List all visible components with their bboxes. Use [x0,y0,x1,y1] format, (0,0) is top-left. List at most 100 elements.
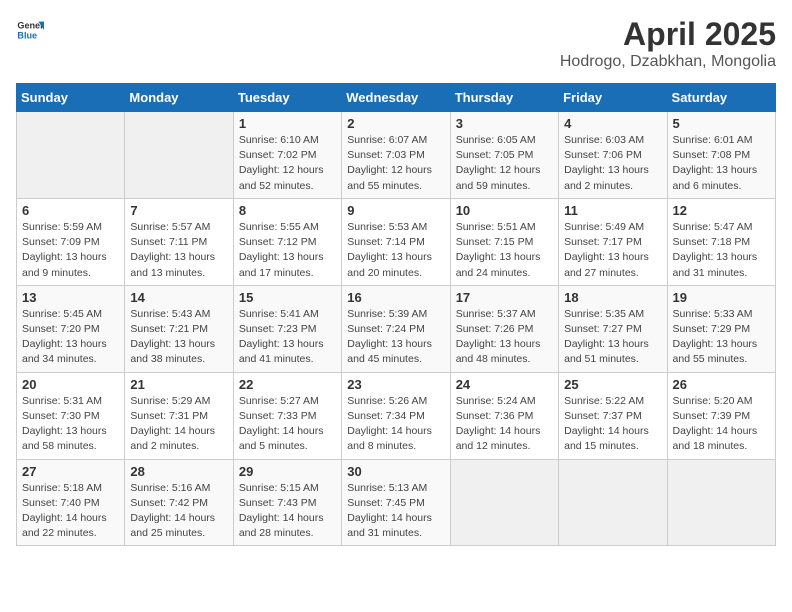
day-info: Daylight: 13 hours and 51 minutes. [564,337,661,367]
day-number: 24 [456,377,553,392]
day-info: Sunrise: 5:20 AM [673,394,770,409]
calendar-header-row: SundayMondayTuesdayWednesdayThursdayFrid… [17,84,776,112]
day-info: Daylight: 13 hours and 27 minutes. [564,250,661,280]
calendar-cell: 21 Sunrise: 5:29 AMSunset: 7:31 PMDayligh… [125,372,233,459]
day-info: Sunrise: 5:47 AM [673,220,770,235]
day-info: Sunset: 7:05 PM [456,148,553,163]
calendar-week-row: 20Sunrise: 5:31 AMSunset: 7:30 PMDayligh… [17,372,776,459]
calendar-cell: 24Sunrise: 5:24 AMSunset: 7:36 PMDayligh… [450,372,558,459]
calendar-cell: 14Sunrise: 5:43 AMSunset: 7:21 PMDayligh… [125,285,233,372]
day-info: Daylight: 13 hours and 48 minutes. [456,337,553,367]
calendar-cell [559,459,667,546]
day-info: Sunset: 7:11 PM [130,235,227,250]
day-info: Daylight: 14 hours and 31 minutes. [347,511,444,541]
calendar-cell [125,112,233,199]
day-info: Sunrise: 5:53 AM [347,220,444,235]
day-info: Sunset: 7:12 PM [239,235,336,250]
day-info: Sunset: 7:39 PM [673,409,770,424]
day-info: Daylight: 13 hours and 13 minutes. [130,250,227,280]
title-area: April 2025 Hodrogo, Dzabkhan, Mongolia [560,16,776,71]
day-info: Sunrise: 5:51 AM [456,220,553,235]
calendar-cell: 9Sunrise: 5:53 AMSunset: 7:14 PMDaylight… [342,198,450,285]
day-info: Daylight: 13 hours and 34 minutes. [22,337,119,367]
calendar-cell: 6Sunrise: 5:59 AMSunset: 7:09 PMDaylight… [17,198,125,285]
day-number: 4 [564,116,661,131]
day-info: Sunset: 7:09 PM [22,235,119,250]
day-info: Sunset: 7:14 PM [347,235,444,250]
day-info: Daylight: 14 hours and 2 minutes. [130,424,227,454]
day-info: Sunrise: 5:59 AM [22,220,119,235]
day-number: 23 [347,377,444,392]
day-info: Sunrise: 6:01 AM [673,133,770,148]
calendar-cell: 28Sunrise: 5:16 AMSunset: 7:42 PMDayligh… [125,459,233,546]
day-info: Sunrise: 5:16 AM [130,481,227,496]
calendar-cell: 25Sunrise: 5:22 AMSunset: 7:37 PMDayligh… [559,372,667,459]
day-info: Sunrise: 5:43 AM [130,307,227,322]
calendar-cell [17,112,125,199]
logo-icon: General Blue [16,16,44,44]
day-info: Sunrise: 6:03 AM [564,133,661,148]
day-info: Sunset: 7:36 PM [456,409,553,424]
day-info: Sunset: 7:43 PM [239,496,336,511]
day-number: 25 [564,377,661,392]
day-info: Sunset: 7:29 PM [673,322,770,337]
calendar-cell: 20Sunrise: 5:31 AMSunset: 7:30 PMDayligh… [17,372,125,459]
logo: General Blue [16,16,44,44]
calendar-cell: 26Sunrise: 5:20 AMSunset: 7:39 PMDayligh… [667,372,775,459]
day-number: 16 [347,290,444,305]
day-info: Sunrise: 5:24 AM [456,394,553,409]
day-number: 1 [239,116,336,131]
day-info: Sunset: 7:40 PM [22,496,119,511]
day-info: Sunrise: 5:45 AM [22,307,119,322]
day-info: Daylight: 13 hours and 58 minutes. [22,424,119,454]
calendar-cell [667,459,775,546]
day-info: Sunset: 7:20 PM [22,322,119,337]
day-info: Sunset: 7:31 PM [130,409,227,424]
day-info: Daylight: 13 hours and 55 minutes. [673,337,770,367]
day-info: Daylight: 14 hours and 18 minutes. [673,424,770,454]
main-title: April 2025 [560,16,776,53]
calendar-cell: 5Sunrise: 6:01 AMSunset: 7:08 PMDaylight… [667,112,775,199]
day-info: Daylight: 13 hours and 41 minutes. [239,337,336,367]
day-info: Daylight: 13 hours and 38 minutes. [130,337,227,367]
day-info: Daylight: 14 hours and 25 minutes. [130,511,227,541]
day-number: 29 [239,464,336,479]
day-number: 12 [673,203,770,218]
day-info: Sunset: 7:27 PM [564,322,661,337]
day-info: Sunrise: 5:37 AM [456,307,553,322]
calendar-cell: 11Sunrise: 5:49 AMSunset: 7:17 PMDayligh… [559,198,667,285]
day-info: Daylight: 13 hours and 24 minutes. [456,250,553,280]
day-info: Sunrise: 5:49 AM [564,220,661,235]
calendar-cell: 15Sunrise: 5:41 AMSunset: 7:23 PMDayligh… [233,285,341,372]
calendar-cell: 10Sunrise: 5:51 AMSunset: 7:15 PMDayligh… [450,198,558,285]
day-info: Sunset: 7:17 PM [564,235,661,250]
day-number: 7 [130,203,227,218]
calendar-week-row: 13Sunrise: 5:45 AMSunset: 7:20 PMDayligh… [17,285,776,372]
calendar-header-thursday: Thursday [450,84,558,112]
day-number: 20 [22,377,119,392]
calendar-week-row: 6Sunrise: 5:59 AMSunset: 7:09 PMDaylight… [17,198,776,285]
day-info: Daylight: 12 hours and 55 minutes. [347,163,444,193]
calendar-cell: 4Sunrise: 6:03 AMSunset: 7:06 PMDaylight… [559,112,667,199]
day-info: Sunrise: 5:13 AM [347,481,444,496]
day-info: Sunrise: 5:22 AM [564,394,661,409]
day-info: Sunset: 7:03 PM [347,148,444,163]
day-number: 9 [347,203,444,218]
calendar-header-wednesday: Wednesday [342,84,450,112]
calendar-cell: 12Sunrise: 5:47 AMSunset: 7:18 PMDayligh… [667,198,775,285]
day-info: Sunset: 7:15 PM [456,235,553,250]
day-info: Daylight: 13 hours and 6 minutes. [673,163,770,193]
day-info: Sunset: 7:42 PM [130,496,227,511]
calendar-header-friday: Friday [559,84,667,112]
calendar-cell: 7Sunrise: 5:57 AMSunset: 7:11 PMDaylight… [125,198,233,285]
day-info: Daylight: 12 hours and 52 minutes. [239,163,336,193]
calendar-cell: 29Sunrise: 5:15 AMSunset: 7:43 PMDayligh… [233,459,341,546]
day-number: 19 [673,290,770,305]
day-info: Sunrise: 5:29 AM [130,394,227,409]
day-number: 14 [130,290,227,305]
day-number: 21 [130,377,227,392]
day-info: Sunset: 7:06 PM [564,148,661,163]
day-info: Sunset: 7:37 PM [564,409,661,424]
day-number: 18 [564,290,661,305]
calendar-cell: 17Sunrise: 5:37 AMSunset: 7:26 PMDayligh… [450,285,558,372]
